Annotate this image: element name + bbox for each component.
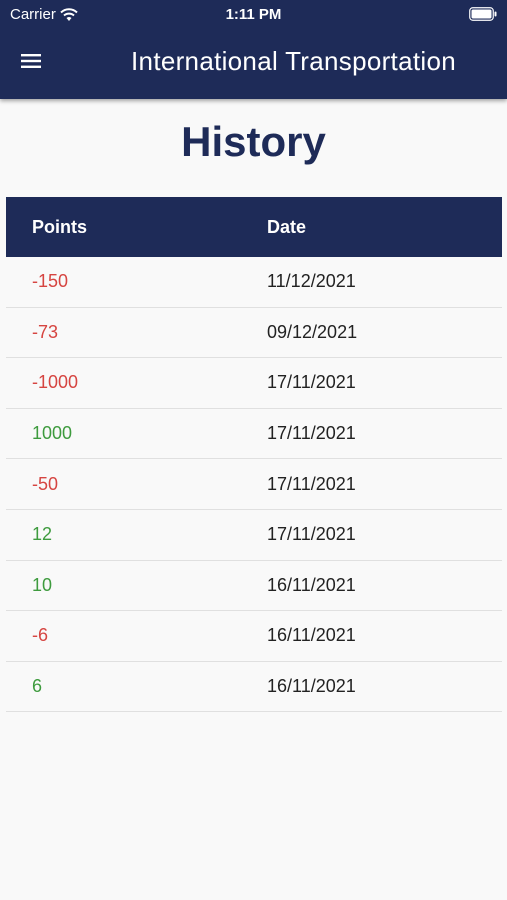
table-row: -6 16/11/2021	[6, 611, 502, 662]
date-value: 16/11/2021	[267, 676, 356, 697]
column-header-points: Points	[32, 216, 88, 237]
points-value: 10	[32, 574, 53, 595]
column-header-date: Date	[267, 216, 307, 237]
table-body: -150 11/12/2021 -73 09/12/2021 -1000 17/11/20…	[6, 257, 502, 713]
table-row: -150 11/12/2021	[6, 257, 502, 308]
table-row: 1000 17/11/2021	[6, 409, 502, 460]
date-value: 17/11/2021	[267, 372, 356, 393]
page-title: History	[181, 118, 326, 165]
table-row: 12 17/11/2021	[6, 510, 502, 561]
date-value: 17/11/2021	[267, 423, 356, 444]
points-value: -6	[32, 625, 49, 646]
table-row: -1000 17/11/2021	[6, 358, 502, 409]
date-value: 16/11/2021	[267, 625, 356, 646]
table-row: -73 09/12/2021	[6, 308, 502, 359]
status-bar: Carrier 1:11 PM	[0, 0, 507, 28]
app-title: International Transportation	[131, 46, 456, 76]
table-row: -50 17/11/2021	[6, 459, 502, 510]
points-value: 12	[32, 524, 53, 545]
date-value: 16/11/2021	[267, 574, 356, 595]
date-value: 09/12/2021	[267, 321, 358, 342]
points-value: 1000	[32, 423, 73, 444]
points-value: -50	[32, 473, 59, 494]
table-row: 6 16/11/2021	[6, 662, 502, 713]
points-value: -73	[32, 321, 59, 342]
app-bar: Carrier 1:11 PM International Transporta…	[0, 0, 507, 99]
points-value: -1000	[32, 372, 79, 393]
hamburger-menu-icon	[21, 53, 41, 74]
points-value: 6	[32, 676, 43, 697]
status-time: 1:11 PM	[225, 6, 282, 23]
date-value: 11/12/2021	[267, 271, 356, 292]
date-value: 17/11/2021	[267, 524, 356, 545]
date-value: 17/11/2021	[267, 473, 356, 494]
history-table: Points Date -150 11/12/2021 -73 09/12/2021-…	[6, 197, 502, 713]
battery-icon	[469, 7, 497, 21]
table-header: Points Date	[6, 197, 502, 257]
table-row: 10 16/11/2021	[6, 561, 502, 612]
menu-button[interactable]	[14, 46, 48, 80]
points-value: -150	[32, 271, 69, 292]
